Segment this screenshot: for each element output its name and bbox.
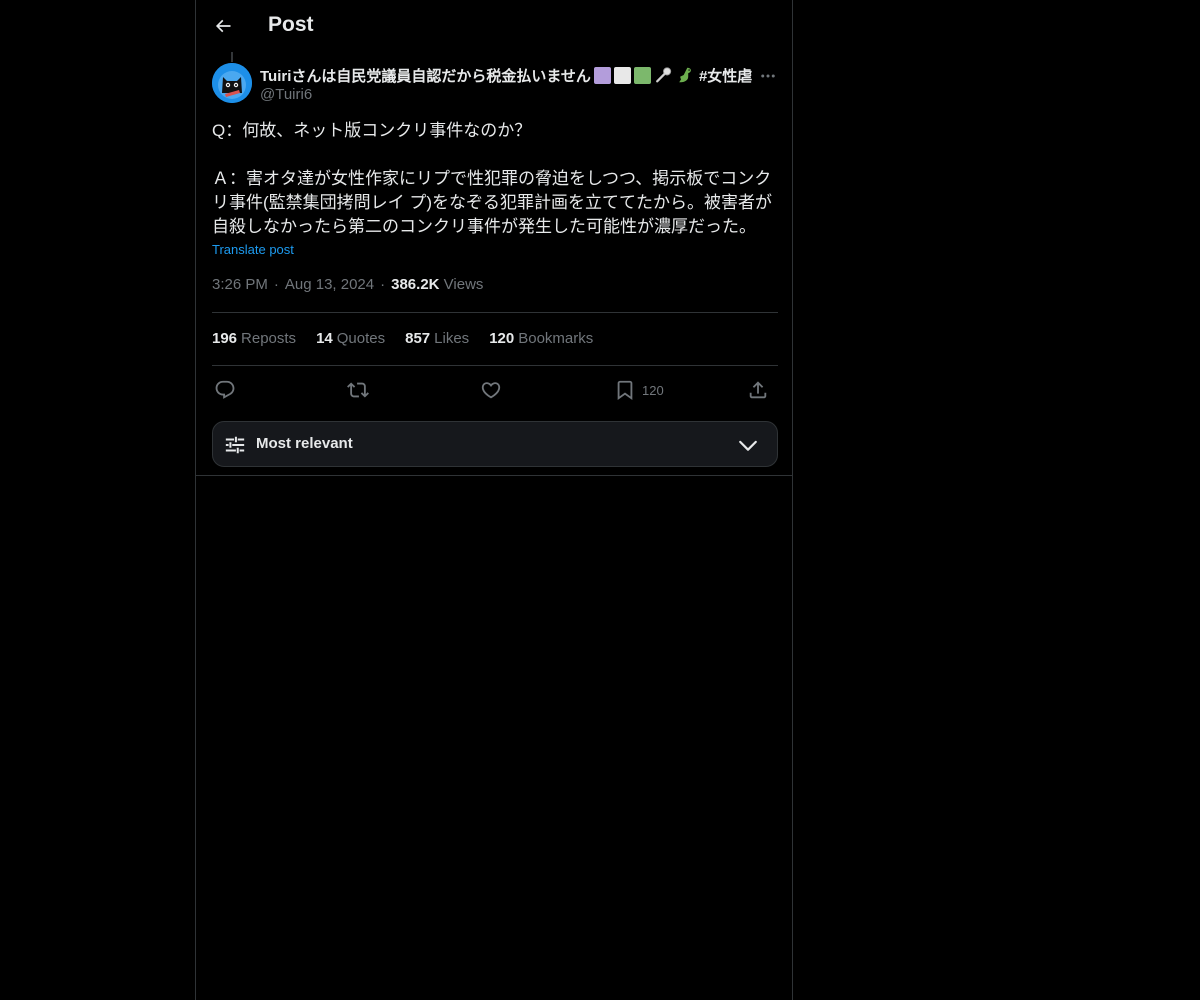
dinosaur-emoji-icon (679, 67, 691, 83)
meta-separator: · (273, 276, 279, 293)
stat-bookmarks[interactable]: 120 Bookmarks (489, 330, 593, 347)
back-arrow-icon (215, 19, 231, 33)
stat-likes[interactable]: 857 Likes (405, 330, 469, 347)
author-handle[interactable]: @Tuiri6 (260, 86, 312, 103)
share-button[interactable] (747, 374, 769, 406)
purple-square-emoji-icon (593, 66, 611, 84)
translate-post-link[interactable]: Translate post (212, 242, 294, 257)
page-header: Post (196, 0, 792, 53)
more-dots-icon (761, 74, 775, 78)
reply-sort-dropdown[interactable]: Most relevant (212, 421, 778, 467)
share-icon (749, 381, 767, 399)
action-bar: 120 (212, 374, 778, 406)
reply-icon (215, 380, 235, 399)
stat-label: Bookmarks (518, 330, 594, 347)
stat-count: 196 (212, 330, 238, 347)
main-column: Post Tuiriさんは自民党議員自認だから税金払いません #女性虐 @Tui… (195, 0, 793, 1000)
bookmark-icon (617, 380, 633, 401)
reply-button[interactable] (214, 374, 236, 406)
views-label: Views (443, 276, 484, 293)
divider (212, 365, 778, 366)
post-date[interactable]: Aug 13, 2024 (285, 276, 374, 293)
divider (212, 312, 778, 313)
sliders-icon (225, 436, 245, 454)
stat-label: Reposts (241, 330, 297, 347)
more-options-button[interactable] (758, 66, 778, 86)
white-square-emoji-icon (613, 66, 631, 84)
heart-icon (481, 382, 501, 399)
sort-selected-value: Most relevant (256, 435, 353, 452)
name-hashtag: #女性虐 (698, 67, 753, 85)
stat-reposts[interactable]: 196 Reposts (212, 330, 296, 347)
author-name-row[interactable]: Tuiriさんは自民党議員自認だから税金払いません #女性虐 (260, 64, 754, 86)
back-button[interactable] (206, 9, 240, 43)
green-square-emoji-icon (633, 66, 651, 84)
author-avatar[interactable] (212, 63, 252, 103)
stat-count: 14 (316, 330, 333, 347)
chevron-down-icon (739, 440, 757, 451)
post-time[interactable]: 3:26 PM (212, 276, 268, 293)
engagement-stats: 196 Reposts 14 Quotes 857 Likes 120 Bookmark… (212, 330, 613, 347)
views-count: 386.2K (391, 276, 440, 293)
repost-button[interactable] (347, 374, 369, 406)
repost-icon (347, 382, 369, 398)
post-meta: 3:26 PM · Aug 13, 2024 · 386.2K Views (212, 276, 483, 293)
post-text: Q：何故、ネット版コンクリ事件なのか？ Ａ：害オタ達が女性作家にリプで性犯罪の脅… (212, 121, 773, 236)
author-display-name[interactable]: Tuiriさんは自民党議員自認だから税金払いません (260, 65, 591, 86)
stat-label: Likes (434, 330, 470, 347)
stat-count: 120 (489, 330, 515, 347)
stat-quotes[interactable]: 14 Quotes (316, 330, 385, 347)
bookmark-button[interactable]: 120 (614, 374, 664, 406)
like-button[interactable] (480, 374, 502, 406)
bookmark-count: 120 (642, 382, 664, 398)
stat-label: Quotes (336, 330, 386, 347)
meta-separator: · (380, 276, 386, 293)
page-title: Post (268, 13, 314, 36)
thread-connector-line (231, 52, 233, 62)
stat-count: 857 (405, 330, 431, 347)
microphone-emoji-icon (656, 67, 672, 83)
cat-avatar-icon (212, 63, 252, 103)
section-divider (196, 475, 792, 476)
